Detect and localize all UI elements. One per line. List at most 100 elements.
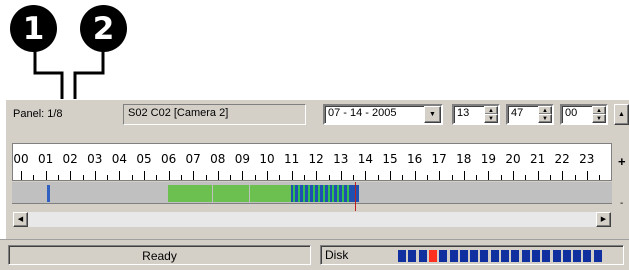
half-hour-tick: [205, 175, 207, 180]
hour-label: 07: [185, 152, 201, 166]
half-hour-tick: [180, 175, 182, 180]
hour-tick: [168, 171, 170, 180]
half-hour-tick: [328, 175, 330, 180]
motion-stripe: [337, 185, 340, 202]
playback-cursor[interactable]: [354, 182, 356, 213]
disk-cell: [418, 250, 427, 262]
timeline-track[interactable]: [12, 182, 612, 213]
scroll-left-button[interactable]: ◀: [13, 212, 28, 227]
half-hour-tick: [426, 175, 428, 180]
hour-label: 14: [357, 152, 374, 166]
panel-scroll-up-button[interactable]: ▲: [614, 104, 629, 125]
half-hour-tick: [500, 175, 502, 180]
hour-tick: [291, 171, 293, 180]
half-hour-tick: [254, 175, 256, 180]
hour-tick: [414, 171, 416, 180]
second-down-button[interactable]: ▼: [592, 114, 606, 123]
disk-cell: [428, 250, 437, 262]
disk-cell: [398, 250, 406, 262]
hour-tick: [316, 171, 318, 180]
minute-down-button[interactable]: ▼: [538, 114, 552, 123]
half-hour-tick: [451, 175, 453, 180]
minute-value: 47: [511, 107, 524, 119]
hour-label: 05: [136, 152, 152, 166]
hour-label: 01: [37, 152, 54, 166]
hour-tick: [45, 171, 47, 180]
scroll-right-button[interactable]: ▶: [596, 212, 611, 227]
disk-cell: [439, 250, 448, 262]
hour-value: 13: [457, 107, 470, 119]
half-hour-tick: [574, 175, 576, 180]
hour-tick: [513, 171, 514, 180]
arrow-right-icon: ▶: [600, 216, 607, 223]
disk-cell: [459, 250, 468, 262]
half-hour-tick: [57, 175, 59, 180]
half-hour-tick: [549, 175, 551, 180]
hour-tick: [390, 171, 391, 180]
arrow-down-icon: ▼: [596, 115, 602, 122]
disk-cell: [583, 250, 592, 262]
status-text-field: Ready: [8, 245, 311, 265]
hour-tick: [586, 171, 588, 180]
motion-stripe: [293, 185, 296, 202]
motion-stripe: [302, 185, 305, 202]
chevron-down-icon: ▼: [429, 111, 436, 118]
arrow-up-icon: ▲: [542, 107, 548, 114]
camera-name: S02 C02 [Camera 2]: [128, 107, 229, 119]
hour-label: 06: [160, 152, 177, 166]
hour-tick: [242, 171, 244, 180]
disk-cell: [470, 250, 479, 262]
hour-tick: [463, 171, 465, 180]
hour-label: 15: [382, 152, 398, 166]
half-hour-tick: [353, 175, 355, 180]
timeline-scrollbar[interactable]: ◀ ▶: [12, 211, 612, 228]
disk-cell: [501, 250, 509, 262]
hour-tick: [365, 171, 367, 180]
half-hour-tick: [107, 175, 109, 180]
motion-stripe: [317, 185, 320, 202]
half-hour-tick: [131, 175, 133, 180]
half-hour-tick: [377, 175, 379, 180]
disk-cell: [490, 250, 499, 262]
callout-leader-lines: [33, 50, 105, 103]
half-hour-tick: [156, 175, 158, 180]
hour-label: 23: [579, 152, 595, 166]
hour-tick: [70, 171, 72, 180]
recording-segment: [250, 185, 291, 202]
hour-label: 08: [210, 152, 226, 166]
status-text: Ready: [142, 249, 177, 263]
hour-down-button[interactable]: ▼: [484, 114, 498, 123]
date-dropdown-button[interactable]: ▼: [424, 106, 441, 123]
hour-tick: [217, 171, 219, 180]
disk-cell: [511, 250, 520, 262]
hour-label: 03: [87, 152, 103, 166]
zoom-out-button[interactable]: -: [620, 198, 623, 209]
disk-cell: [531, 250, 540, 262]
hour-label: 19: [480, 152, 497, 166]
half-hour-tick: [599, 175, 601, 180]
arrow-left-icon: ◀: [17, 216, 24, 223]
hour-label: 02: [62, 152, 78, 166]
half-hour-tick: [402, 175, 404, 180]
arrow-down-icon: ▼: [488, 115, 494, 122]
timeline-ruler[interactable]: 00 01 02 03 04 05 06 07 08 09 10 11 12 13 14 15 16 17 18 19…: [12, 143, 612, 181]
motion-stripe: [307, 185, 310, 202]
hour-label: 04: [111, 152, 128, 166]
hour-tick: [94, 171, 96, 180]
hour-tick: [193, 171, 195, 180]
hour-tick: [562, 171, 564, 180]
hour-label: 20: [505, 152, 521, 166]
half-hour-tick: [525, 175, 527, 180]
zoom-in-button[interactable]: +: [618, 154, 626, 169]
hour-label: 11: [283, 152, 300, 166]
recording-segment: [167, 185, 212, 202]
half-hour-tick: [82, 175, 84, 180]
disk-cell: [573, 250, 582, 262]
hour-label: 17: [431, 152, 447, 166]
hour-tick: [537, 171, 539, 180]
motion-stripe: [327, 185, 330, 202]
half-hour-tick: [279, 175, 281, 180]
hour-tick: [119, 171, 121, 180]
disk-label: Disk: [325, 248, 349, 262]
hour-label: 10: [259, 152, 275, 166]
